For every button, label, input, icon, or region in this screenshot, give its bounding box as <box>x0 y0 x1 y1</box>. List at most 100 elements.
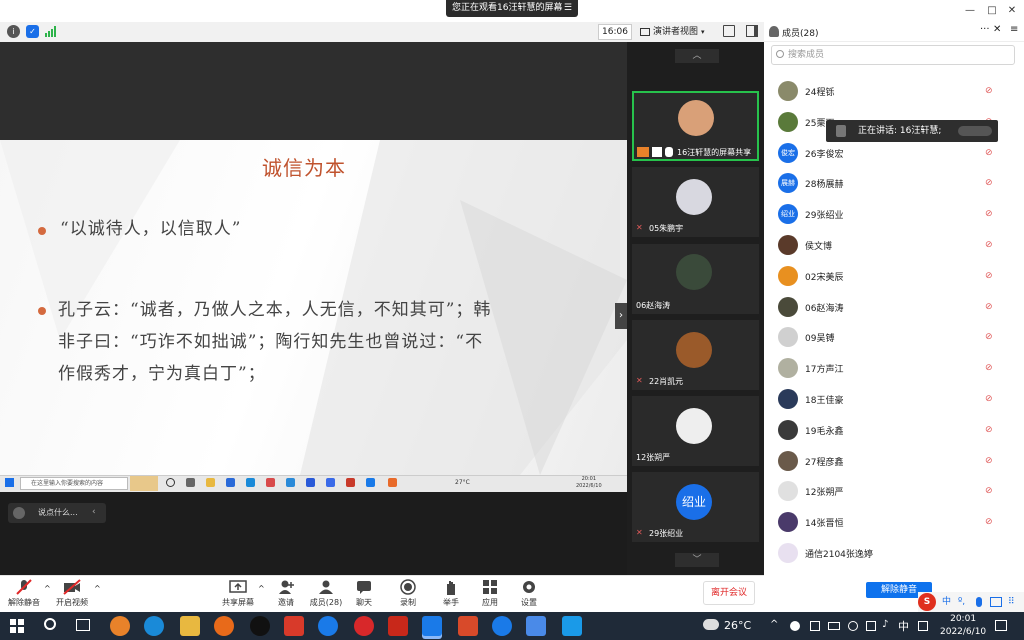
mic-muted-icon: ⊘ <box>985 486 993 496</box>
qq-icon[interactable] <box>250 616 270 636</box>
avatar <box>778 420 798 440</box>
member-row[interactable]: 展赫 28杨展赫 ⊘ <box>776 169 1016 199</box>
zoom-icon[interactable] <box>422 616 442 636</box>
leave-meeting-button[interactable]: 离开会议 <box>703 581 755 605</box>
collapse-handle[interactable]: › <box>615 303 627 329</box>
speaking-text: 正在讲话: 16汪轩慧; <box>858 126 942 136</box>
host-icon <box>637 147 649 157</box>
ime-indicator[interactable]: 中 <box>898 618 909 634</box>
video-tile-sharer[interactable]: 16汪轩慧的屏幕共享 <box>632 91 759 161</box>
member-row[interactable]: 俊宏 26李俊宏 ⊘ <box>776 139 1016 169</box>
share-icon <box>652 147 662 157</box>
mic-muted-icon: ⊘ <box>985 425 993 435</box>
mic-muted-icon: ⊘ <box>985 332 993 342</box>
restore-button[interactable]: □ <box>982 3 1002 19</box>
member-row[interactable]: 17方声江 ⊘ <box>776 354 1016 384</box>
chevron-left-icon[interactable]: ‹ <box>92 507 96 517</box>
app-icon[interactable] <box>318 616 338 636</box>
settings-button[interactable]: 设置 <box>507 579 551 611</box>
ime-toolbar[interactable]: S 中 º, ⠿ <box>918 592 1024 612</box>
fullscreen-icon[interactable] <box>723 25 735 37</box>
member-row[interactable]: 绍业 29张绍业 ⊘ <box>776 200 1016 230</box>
member-row[interactable]: 侯文博 ⊘ <box>776 231 1016 261</box>
signal-icon[interactable] <box>45 26 57 37</box>
video-tile[interactable]: 12张朔严 <box>632 396 759 466</box>
record-button[interactable]: 录制 <box>386 579 430 611</box>
member-row[interactable]: 27程彦鑫 ⊘ <box>776 447 1016 477</box>
file-explorer-icon[interactable] <box>180 616 200 636</box>
video-tile[interactable]: 06赵海涛 <box>632 244 759 314</box>
share-banner[interactable]: 您正在观看16汪轩慧的屏幕 ☰ <box>446 0 578 17</box>
invite-button[interactable]: 邀请 <box>264 579 308 611</box>
minimize-button[interactable]: — <box>960 3 980 19</box>
weather-icon[interactable] <box>703 619 719 630</box>
mic-muted-icon: ✕ <box>636 376 643 385</box>
shield-icon[interactable]: ✓ <box>26 25 39 38</box>
video-tile[interactable]: ✕ 05朱鹏宇 <box>632 167 759 237</box>
keyboard-icon <box>990 597 1002 607</box>
member-row[interactable]: 18王佳豪 ⊘ <box>776 385 1016 415</box>
start-video-button[interactable]: 开启视频 <box>50 579 94 611</box>
settings-app-icon[interactable] <box>458 616 478 636</box>
member-row[interactable]: 12张朔严 ⊘ <box>776 477 1016 507</box>
member-row[interactable]: 09吴镈 ⊘ <box>776 323 1016 353</box>
taskview-icon[interactable] <box>76 619 90 631</box>
volume-icon[interactable]: ♪ <box>882 619 888 630</box>
close-panel-icon[interactable]: ✕ <box>993 24 1001 35</box>
share-screen-icon <box>229 579 247 595</box>
panel-toggle-icon[interactable] <box>746 25 758 37</box>
unmute-button[interactable]: 解除静音 <box>2 579 46 611</box>
emoji-icon[interactable] <box>13 507 25 519</box>
chevron-up-icon[interactable]: ^ <box>94 584 101 593</box>
video-name: 29张绍业 <box>649 529 684 538</box>
system-date: 2022/6/10 <box>940 627 987 637</box>
firefox-icon[interactable] <box>214 616 234 636</box>
video-tile[interactable]: 绍业 ✕ 29张绍业 <box>632 472 759 542</box>
app-icon[interactable] <box>284 616 304 636</box>
app-icon[interactable] <box>526 616 546 636</box>
member-row[interactable]: 14张晋恒 ⊘ <box>776 508 1016 538</box>
member-row[interactable]: 06赵海涛 ⊘ <box>776 293 1016 323</box>
view-mode-dropdown[interactable]: 演讲者视图 ▾ <box>640 24 714 40</box>
mic-muted-icon <box>985 548 995 559</box>
tray-chevron-icon[interactable]: ^ <box>770 619 778 630</box>
windows-start-button[interactable] <box>10 619 24 633</box>
close-button[interactable]: ✕ <box>1002 3 1022 19</box>
chat-button[interactable]: 聊天 <box>342 579 386 611</box>
network-icon[interactable] <box>866 621 876 631</box>
info-icon[interactable]: i <box>7 25 20 38</box>
chevron-up-icon[interactable]: ︿ <box>675 49 719 63</box>
app-icon[interactable] <box>144 616 164 636</box>
video-tile[interactable]: ✕ 22肖凯元 <box>632 320 759 390</box>
member-row[interactable]: 24程铄 ⊘ <box>776 77 1016 107</box>
netease-music-icon[interactable] <box>354 616 374 636</box>
menu-icon[interactable]: ☰ <box>564 0 572 17</box>
search-app-icon[interactable] <box>110 616 130 636</box>
app-icon[interactable] <box>562 616 582 636</box>
shared-temp: 27°C <box>455 479 470 486</box>
member-search-input[interactable]: 搜索成员 <box>771 45 1015 65</box>
search-icon[interactable] <box>44 618 56 630</box>
member-row[interactable]: 通信2104张逸婷 <box>776 539 1016 569</box>
raise-hand-button[interactable]: 举手 <box>429 579 473 611</box>
voice-icon <box>976 597 982 607</box>
battery-icon[interactable] <box>828 622 840 630</box>
tray-icon[interactable] <box>810 621 820 631</box>
tray-icon[interactable] <box>918 621 928 631</box>
tray-icon[interactable] <box>790 621 800 631</box>
tray-icon[interactable] <box>848 621 858 631</box>
share-screen-button[interactable]: 共享屏幕 <box>216 579 260 611</box>
member-row[interactable]: 02宋美辰 ⊘ <box>776 262 1016 292</box>
apps-button[interactable]: 应用 <box>468 579 512 611</box>
panel-menu-icon[interactable]: ≡ <box>1010 24 1018 35</box>
notification-icon[interactable] <box>995 620 1007 631</box>
system-clock[interactable]: 20:01 2022/6/10 <box>940 613 986 639</box>
app-icon[interactable] <box>492 616 512 636</box>
member-row[interactable]: 19毛永鑫 ⊘ <box>776 416 1016 446</box>
pdf-icon[interactable] <box>388 616 408 636</box>
weather-temp[interactable]: 26°C <box>724 619 751 632</box>
member-name: 27程彦鑫 <box>805 458 844 468</box>
chevron-down-icon[interactable]: ﹀ <box>675 553 719 567</box>
more-icon[interactable]: ··· <box>980 24 990 35</box>
member-name: 17方声江 <box>805 365 844 375</box>
